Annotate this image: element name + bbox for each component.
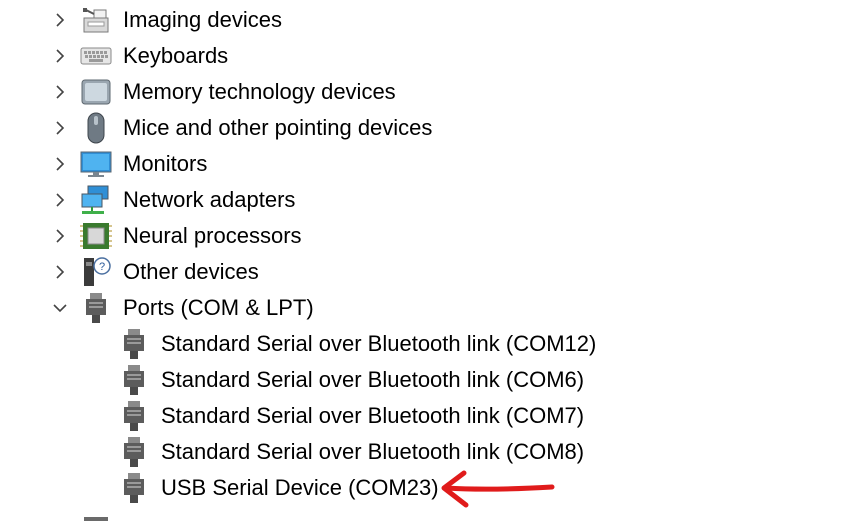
chevron-down-icon[interactable]: [52, 300, 68, 316]
tree-item-label: Standard Serial over Bluetooth link (COM…: [161, 403, 585, 428]
port-icon: [118, 400, 150, 432]
keyboard-icon: [80, 40, 112, 72]
svg-text:?: ?: [99, 261, 105, 273]
memory-device-icon: [80, 76, 112, 108]
tree-item-label: Memory technology devices: [123, 79, 396, 104]
tree-item-label: Monitors: [123, 151, 208, 176]
cropped-next-item-icon: [80, 508, 112, 521]
chevron-right-icon[interactable]: [52, 48, 68, 64]
chevron-right-icon[interactable]: [52, 84, 68, 100]
tree-item-neural-processors[interactable]: Neural processors: [0, 218, 700, 254]
tree-item-label: Imaging devices: [123, 7, 282, 32]
chevron-right-icon[interactable]: [52, 156, 68, 172]
tree-item-memory-technology-devices[interactable]: Memory technology devices: [0, 74, 700, 110]
tree-item-imaging-devices[interactable]: Imaging devices: [0, 2, 700, 38]
tree-item-label: Neural processors: [123, 223, 302, 248]
tree-item-keyboards[interactable]: Keyboards: [0, 38, 700, 74]
red-arrow-annotation: [438, 465, 558, 515]
tree-item-port-com23[interactable]: USB Serial Device (COM23): [0, 470, 700, 506]
tree-item-monitors[interactable]: Monitors: [0, 146, 700, 182]
tree-item-ports[interactable]: Ports (COM & LPT): [0, 290, 700, 326]
chevron-right-icon[interactable]: [52, 264, 68, 280]
port-icon: [118, 436, 150, 468]
tree-item-port-com7[interactable]: Standard Serial over Bluetooth link (COM…: [0, 398, 700, 434]
tree-item-label: Standard Serial over Bluetooth link (COM…: [161, 331, 597, 356]
port-icon: [118, 364, 150, 396]
chevron-right-icon[interactable]: [52, 12, 68, 28]
port-icon: [80, 292, 112, 324]
tree-item-port-com8[interactable]: Standard Serial over Bluetooth link (COM…: [0, 434, 700, 470]
chevron-right-icon[interactable]: [52, 228, 68, 244]
tree-item-label: USB Serial Device (COM23): [161, 475, 439, 500]
tree-item-label: Network adapters: [123, 187, 296, 212]
tree-item-network-adapters[interactable]: Network adapters: [0, 182, 700, 218]
tree-item-label: Keyboards: [123, 43, 229, 68]
port-icon: [118, 328, 150, 360]
tree-item-port-com12[interactable]: Standard Serial over Bluetooth link (COM…: [0, 326, 700, 362]
network-adapter-icon: [80, 184, 112, 216]
tree-item-label: Mice and other pointing devices: [123, 115, 433, 140]
tree-item-port-com6[interactable]: Standard Serial over Bluetooth link (COM…: [0, 362, 700, 398]
chevron-right-icon[interactable]: [52, 120, 68, 136]
tree-item-mice[interactable]: Mice and other pointing devices: [0, 110, 700, 146]
port-icon: [118, 472, 150, 504]
imaging-device-icon: [80, 4, 112, 36]
neural-processor-icon: [80, 220, 112, 252]
monitor-icon: [80, 148, 112, 180]
tree-item-label: Ports (COM & LPT): [123, 295, 314, 320]
device-tree: Imaging devices Keyboards Memory technol…: [0, 0, 864, 521]
mouse-icon: [80, 112, 112, 144]
tree-item-label: Standard Serial over Bluetooth link (COM…: [161, 367, 585, 392]
unknown-device-icon: ?: [80, 256, 112, 288]
chevron-right-icon[interactable]: [52, 192, 68, 208]
tree-item-label: Other devices: [123, 259, 259, 284]
tree-item-other-devices[interactable]: ? Other devices: [0, 254, 700, 290]
